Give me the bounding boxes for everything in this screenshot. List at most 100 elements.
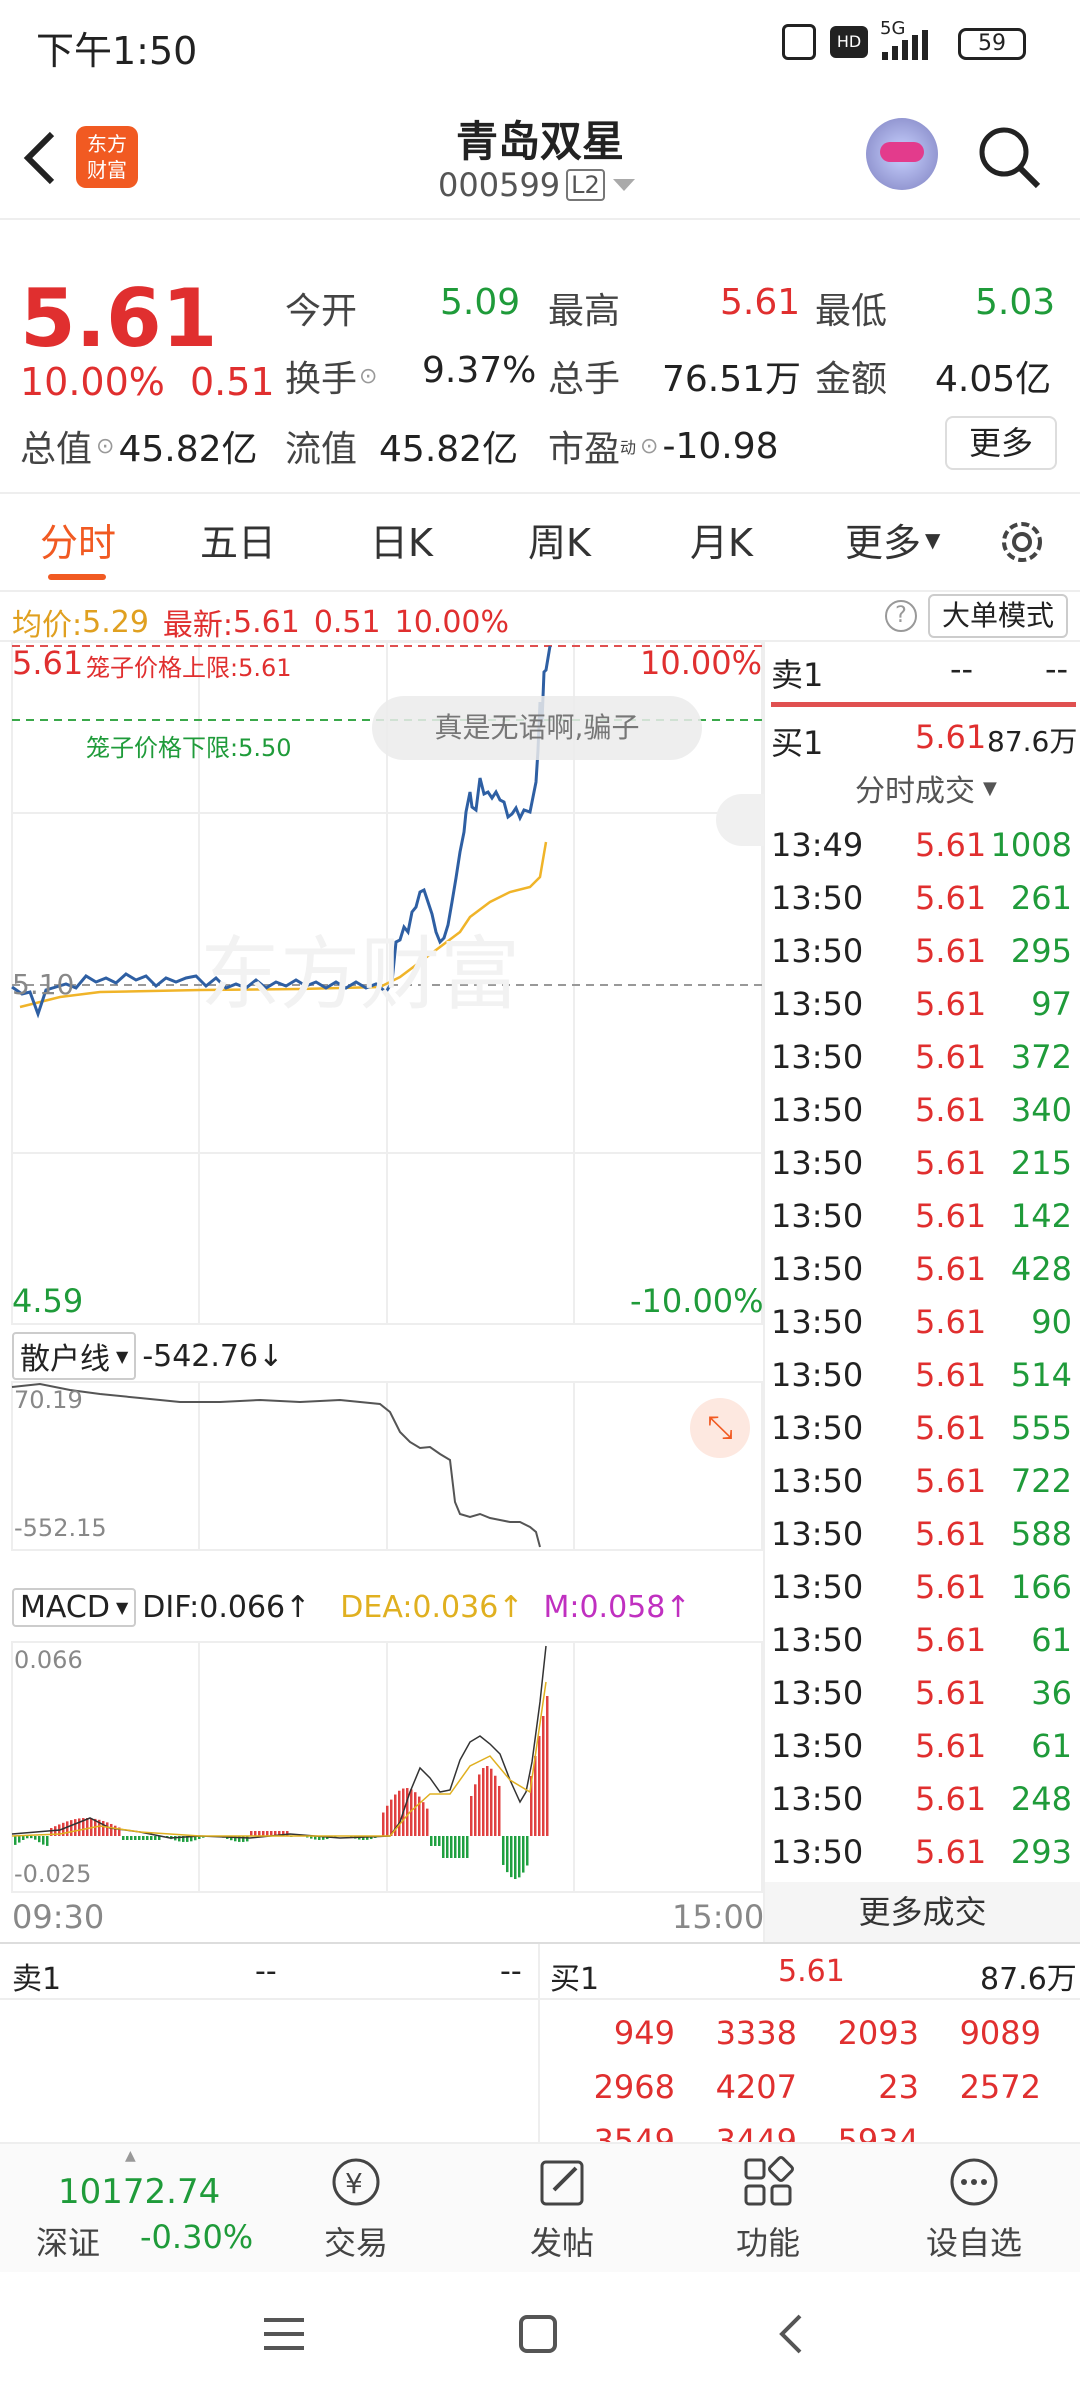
index-value[interactable]: 10172.74 — [58, 2172, 220, 2212]
nfc-icon — [782, 24, 816, 60]
trade-row: 13:50 5.61 142 — [765, 1189, 1080, 1242]
info-icon[interactable]: ⊙ — [359, 364, 377, 389]
macd-selector[interactable]: MACD ▼ — [12, 1588, 137, 1627]
trade-volume: 215 — [1010, 1144, 1072, 1182]
chart-area[interactable]: 东方财富 5.61 笼子价格上限:5.61 10.00% 笼子价格下限:5.50… — [0, 642, 765, 1942]
macd-bar — [66, 1821, 69, 1836]
trade-time: 13:50 — [771, 1250, 864, 1288]
trade-time: 13:50 — [771, 1462, 864, 1500]
macd-bar — [114, 1825, 117, 1836]
robot-assistant-icon[interactable] — [866, 118, 938, 190]
expand-icon[interactable]: ⤡ — [690, 1398, 750, 1458]
turnover-value: 9.37% — [422, 350, 537, 391]
edit-post-icon — [540, 2160, 584, 2206]
stock-code-row[interactable]: 000599 L2 — [438, 166, 637, 204]
trade-price: 5.61 — [915, 1568, 987, 1606]
macd-bar — [546, 1696, 549, 1836]
trades-header[interactable]: 分时成交 ▼ — [855, 766, 997, 810]
retail-bottom-label: -552.15 — [14, 1514, 107, 1542]
macd-bar — [438, 1836, 441, 1846]
turnover-label-row: 换手 ⊙ — [285, 350, 377, 402]
last-value: 5.61 — [233, 604, 300, 640]
book-sep — [0, 1998, 1080, 2000]
trade-row: 13:50 5.61 61 — [765, 1719, 1080, 1772]
macd-bar — [146, 1836, 149, 1840]
queue-cell: 3549 — [593, 2122, 675, 2142]
settings-icon[interactable] — [996, 516, 1048, 568]
side-tab-handle[interactable] — [716, 794, 764, 846]
hd-icon: HD — [830, 26, 868, 58]
trade-row: 13:50 5.61 166 — [765, 1560, 1080, 1613]
book-sell-vol: -- — [500, 1954, 522, 1989]
nav-add-watchlist[interactable]: 设自选 — [904, 2154, 1044, 2264]
trade-row: 13:50 5.61 248 — [765, 1772, 1080, 1825]
macd-dea-line — [11, 1681, 547, 1837]
index-change: -0.30% — [140, 2218, 254, 2256]
help-icon[interactable]: ? — [885, 600, 917, 632]
sell1-price: -- — [950, 650, 974, 688]
active-tab-indicator — [48, 574, 106, 580]
level-badge: L2 — [566, 169, 605, 201]
trade-time: 13:50 — [771, 879, 864, 917]
nav-post[interactable]: 发帖 — [492, 2154, 632, 2264]
macd-bar — [478, 1774, 481, 1836]
yen-trade-icon: ¥ — [332, 2158, 380, 2206]
tab-monthly-k[interactable]: 月K — [690, 512, 753, 567]
chevron-up-icon[interactable]: ▲ — [125, 2148, 136, 2164]
tab-more[interactable]: 更多 ▼ — [845, 512, 940, 567]
more-trades-button[interactable]: 更多成交 — [765, 1882, 1080, 1942]
trade-side-panel: 卖1 -- -- 买1 5.61 87.6万 分时成交 ▼ 13:49 5.61 10… — [765, 642, 1080, 1942]
queue-cell: 4207 — [715, 2068, 797, 2106]
macd-bar — [430, 1836, 433, 1846]
macd-bar — [74, 1819, 77, 1836]
macd-bar — [22, 1836, 25, 1840]
retail-selector-label: 散户线 — [20, 1342, 110, 1377]
macd-bar — [434, 1836, 437, 1846]
nav-trade[interactable]: ¥ 交易 — [286, 2154, 426, 2264]
macd-bar — [142, 1836, 145, 1840]
search-icon[interactable] — [976, 124, 1044, 192]
queue-cell: 23 — [878, 2068, 919, 2106]
retail-selector[interactable]: 散户线 ▼ — [12, 1332, 137, 1380]
macd-bar — [522, 1836, 525, 1873]
trade-time: 13:50 — [771, 1038, 864, 1076]
macd-bar — [42, 1836, 45, 1845]
trade-time: 13:50 — [771, 1727, 864, 1765]
info-icon[interactable]: ⊙ — [640, 434, 658, 459]
trade-price: 5.61 — [915, 1621, 987, 1659]
home-icon[interactable] — [518, 2314, 558, 2354]
nav-function[interactable]: 功能 — [698, 2154, 838, 2264]
trade-time: 13:50 — [771, 1780, 864, 1818]
tab-weekly-k[interactable]: 周K — [528, 512, 591, 567]
upper-price-label: 5.61 — [12, 644, 84, 682]
queue-cell: 3449 — [715, 2122, 797, 2142]
more-button[interactable]: 更多 — [945, 416, 1057, 470]
macd-bar — [26, 1836, 29, 1839]
trade-price: 5.61 — [915, 1727, 987, 1765]
chevron-down-icon — [612, 179, 635, 191]
pe-value: -10.98 — [662, 425, 779, 467]
upper-pct-label: 10.00% — [640, 644, 763, 682]
tab-5day[interactable]: 五日 — [200, 512, 276, 567]
menu-icon[interactable] — [262, 2314, 306, 2354]
trade-time: 13:49 — [771, 826, 864, 864]
back-nav-icon[interactable] — [776, 2312, 806, 2356]
info-icon[interactable]: ⊙ — [96, 434, 114, 459]
macd-bar — [102, 1820, 105, 1836]
queue-cell: 3338 — [715, 2014, 797, 2052]
pe-label: 市盈 — [548, 429, 621, 470]
time-start-label: 09:30 — [12, 1898, 105, 1936]
retail-top-label: 70.19 — [14, 1386, 83, 1414]
avg-price-bar: 均价: 5.29 最新: 5.61 0.51 10.00% ? 大单模式 — [0, 592, 1080, 643]
trade-price: 5.61 — [915, 985, 987, 1023]
big-order-mode-button[interactable]: 大单模式 — [928, 594, 1068, 638]
nav-trade-label: 交易 — [323, 2224, 388, 2262]
tab-intraday[interactable]: 分时 — [40, 512, 116, 567]
total-value-row: 总值 ⊙ 45.82亿 — [20, 420, 258, 472]
trade-price: 5.61 — [915, 1038, 987, 1076]
tab-daily-k[interactable]: 日K — [370, 512, 433, 567]
last-change: 0.51 — [313, 604, 381, 640]
macd-bar — [414, 1792, 417, 1836]
trade-price: 5.61 — [915, 1833, 987, 1871]
caret-down-icon: ▼ — [115, 1598, 129, 1617]
